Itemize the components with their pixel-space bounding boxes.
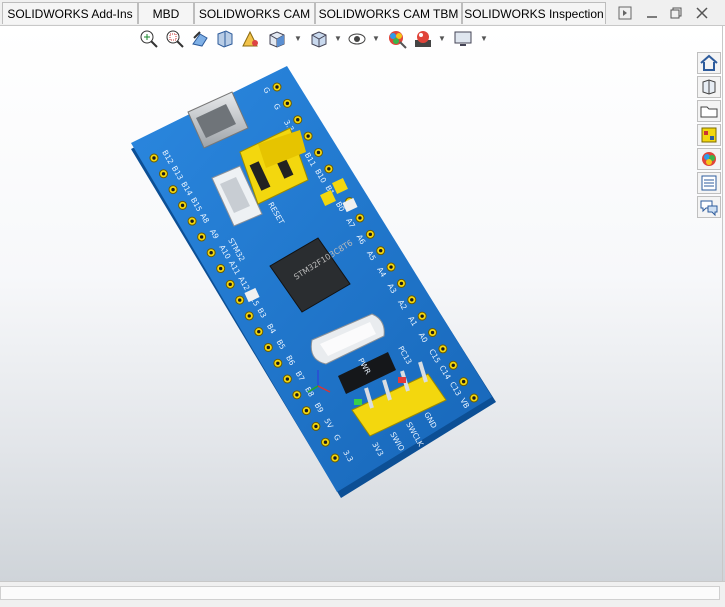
right-pin-hole — [306, 134, 310, 138]
view-orientation-icon[interactable] — [266, 28, 288, 50]
view-settings-icon[interactable] — [452, 28, 474, 50]
right-pin-hole — [441, 347, 445, 351]
task-pane-custom-properties[interactable] — [697, 172, 721, 194]
display-style-icon[interactable] — [308, 28, 330, 50]
zoom-to-fit-icon[interactable] — [138, 28, 160, 50]
command-manager-tabs: SOLIDWORKS Add-Ins MBD SOLIDWORKS CAM SO… — [0, 0, 725, 26]
right-pin-hole — [451, 363, 455, 367]
led-red — [398, 377, 406, 383]
section-view-icon[interactable] — [214, 28, 236, 50]
right-pin-hole — [420, 314, 424, 318]
left-pin-hole — [266, 345, 271, 350]
left-pin-hole — [314, 424, 318, 429]
tab-mbd[interactable]: MBD — [138, 2, 194, 24]
zoom-to-area-icon[interactable] — [164, 28, 186, 50]
left-pin-hole — [161, 172, 166, 176]
custom-properties-icon — [701, 175, 717, 191]
tab-solidworks-cam-tbm[interactable]: SOLIDWORKS CAM TBM — [315, 2, 462, 24]
tab-solidworks-inspection[interactable]: SOLIDWORKS Inspection — [462, 2, 606, 24]
apply-scene-icon[interactable] — [412, 28, 434, 50]
right-pin-hole — [399, 281, 404, 286]
task-pane-design-library[interactable] — [697, 76, 721, 98]
display-style-dropdown-icon[interactable]: ▼ — [334, 35, 342, 43]
hide-show-items-icon[interactable] — [346, 28, 368, 50]
right-pin-hole — [275, 85, 279, 89]
horizontal-scrollbar[interactable] — [0, 586, 720, 600]
right-pin-hole — [285, 101, 290, 106]
pcb-model[interactable]: B12B13B14B15A8A9A10A11A12A15B3B4B5B6B7B8… — [0, 26, 725, 581]
left-pin-hole — [238, 298, 242, 302]
left-pin-hole — [323, 440, 328, 444]
left-pin-hole — [304, 408, 309, 413]
right-pin-hole — [410, 298, 414, 302]
task-pane-forum[interactable] — [697, 196, 721, 218]
edit-appearance-icon[interactable] — [386, 28, 408, 50]
left-pin-hole — [295, 393, 299, 397]
task-pane-file-explorer[interactable] — [697, 100, 721, 122]
tab-solidworks-add-ins[interactable]: SOLIDWORKS Add-Ins — [2, 2, 138, 24]
led-green — [354, 399, 362, 405]
bottom-bar — [0, 581, 725, 607]
right-pin-hole — [327, 167, 331, 171]
left-pin-hole — [152, 156, 156, 160]
right-pin-hole — [430, 330, 435, 335]
graphics-area[interactable]: B12B13B14B15A8A9A10A11A12A15B3B4B5B6B7B8… — [0, 26, 725, 581]
view-palette-icon — [701, 127, 717, 143]
right-pin-hole — [368, 232, 373, 237]
apply-scene-dropdown-icon[interactable]: ▼ — [438, 35, 446, 43]
right-pin-hole — [378, 248, 383, 253]
left-pin-hole — [199, 235, 204, 239]
tab-solidworks-cam[interactable]: SOLIDWORKS CAM — [194, 2, 315, 24]
view-orientation-dropdown-icon[interactable]: ▼ — [294, 35, 302, 43]
task-pane-appearances[interactable] — [697, 148, 721, 170]
right-pin-hole — [296, 118, 300, 122]
left-pin-hole — [180, 203, 185, 208]
right-pin-hole — [389, 265, 393, 269]
expand-icon[interactable] — [617, 5, 633, 21]
right-pin-hole — [316, 150, 321, 155]
left-pin-hole — [171, 187, 175, 192]
minimize-icon[interactable] — [644, 5, 660, 21]
left-pin-hole — [209, 251, 213, 255]
hide-show-dropdown-icon[interactable]: ▼ — [372, 35, 380, 43]
task-pane-tabs — [697, 52, 723, 220]
left-pin-hole — [285, 377, 290, 381]
right-pin-hole — [472, 396, 476, 400]
task-pane-view-palette[interactable] — [697, 124, 721, 146]
file-explorer-icon — [700, 106, 718, 118]
home-icon — [700, 54, 718, 71]
left-pin-hole — [218, 266, 223, 271]
dynamic-annotation-icon[interactable] — [240, 28, 262, 50]
task-pane-home[interactable] — [697, 52, 721, 74]
view-settings-dropdown-icon[interactable]: ▼ — [480, 35, 488, 43]
forum-icon — [700, 200, 718, 217]
right-pin-hole — [461, 379, 466, 384]
left-pin-hole — [276, 361, 280, 365]
right-pin-hole — [358, 216, 362, 220]
appearances-icon — [702, 152, 716, 166]
left-pin-hole — [190, 219, 194, 223]
parts-library-icon — [702, 79, 716, 95]
left-pin-hole — [247, 314, 251, 318]
left-pin-hole — [228, 282, 232, 287]
previous-view-icon[interactable] — [190, 28, 212, 50]
left-pin-hole — [333, 456, 337, 460]
left-pin-hole — [257, 329, 261, 334]
close-icon[interactable] — [694, 5, 710, 21]
restore-icon[interactable] — [668, 5, 684, 21]
